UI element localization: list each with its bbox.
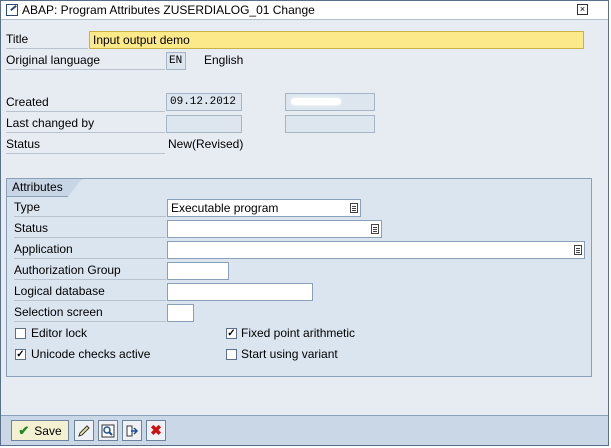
transfer-button[interactable] xyxy=(122,420,142,441)
selection-screen-label: Selection screen xyxy=(14,304,166,322)
edit-icon xyxy=(6,4,18,16)
cancel-x-icon: ✖ xyxy=(150,422,162,438)
type-value: Executable program xyxy=(171,201,279,215)
status-dropdown[interactable] xyxy=(167,220,382,238)
original-language-name: English xyxy=(204,53,244,67)
transfer-icon xyxy=(126,425,139,436)
authorization-group-label: Authorization Group xyxy=(14,262,166,280)
created-date-field: 09.12.2012 xyxy=(166,93,242,111)
title-label: Title xyxy=(6,31,88,49)
type-dropdown[interactable]: Executable program xyxy=(167,199,361,217)
dropdown-icon[interactable] xyxy=(574,245,582,255)
save-button[interactable]: ✔ Save xyxy=(11,420,69,441)
status-label: Status xyxy=(6,136,165,154)
editor-lock-label: Editor lock xyxy=(31,326,88,340)
pencil-icon xyxy=(78,424,90,437)
magnifier-icon xyxy=(101,424,115,437)
logical-database-input[interactable] xyxy=(167,283,313,301)
logical-database-label: Logical database xyxy=(14,283,166,301)
original-language-code: EN xyxy=(166,52,186,70)
last-changed-date-field xyxy=(166,115,242,133)
title-input[interactable]: Input output demo xyxy=(89,31,584,49)
redacted-mark xyxy=(291,98,341,105)
window-title: ABAP: Program Attributes ZUSERDIALOG_01 … xyxy=(22,3,315,17)
type-label: Type xyxy=(14,199,166,217)
dropdown-icon[interactable] xyxy=(371,224,379,234)
last-changed-by-field xyxy=(285,115,375,133)
authorization-group-input[interactable] xyxy=(167,262,229,280)
start-variant-label: Start using variant xyxy=(241,347,338,361)
close-icon[interactable]: × xyxy=(577,4,588,15)
program-attributes-window: ABAP: Program Attributes ZUSERDIALOG_01 … xyxy=(0,0,609,446)
cancel-button[interactable]: ✖ xyxy=(146,420,166,441)
created-label: Created xyxy=(6,94,165,112)
edit-pencil-button[interactable] xyxy=(74,420,94,441)
status-value: New(Revised) xyxy=(168,137,244,151)
application-dropdown[interactable] xyxy=(167,241,585,259)
bottom-toolbar: ✔ Save ✖ xyxy=(1,415,608,445)
fixed-point-checkbox[interactable]: ✓ xyxy=(226,328,237,339)
attr-status-label: Status xyxy=(14,220,166,238)
application-label: Application xyxy=(14,241,166,259)
last-changed-label: Last changed by xyxy=(6,115,165,133)
unicode-checks-checkbox[interactable]: ✓ xyxy=(15,349,26,360)
editor-lock-checkbox[interactable] xyxy=(15,328,26,339)
attributes-group: Attributes Type Executable program Statu… xyxy=(6,178,592,377)
find-button[interactable] xyxy=(98,420,118,441)
fixed-point-label: Fixed point arithmetic xyxy=(241,326,356,340)
attributes-group-title: Attributes xyxy=(7,179,82,197)
save-label: Save xyxy=(34,423,62,438)
title-bar: ABAP: Program Attributes ZUSERDIALOG_01 … xyxy=(1,1,608,20)
check-icon: ✔ xyxy=(18,422,30,438)
start-variant-checkbox[interactable] xyxy=(226,349,237,360)
unicode-checks-label: Unicode checks active xyxy=(31,347,151,361)
selection-screen-input[interactable] xyxy=(167,304,194,322)
original-language-label: Original language xyxy=(6,52,165,70)
dropdown-icon[interactable] xyxy=(350,203,358,213)
